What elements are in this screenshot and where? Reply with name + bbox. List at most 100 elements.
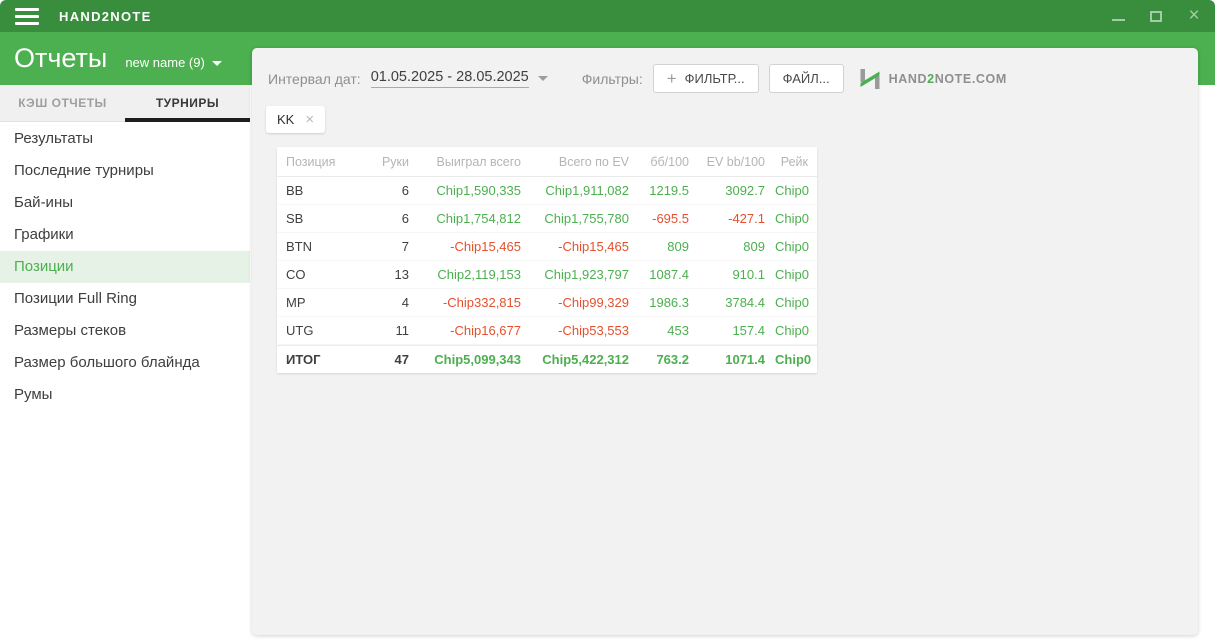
cell-won-total: -Chip332,815 xyxy=(419,295,531,310)
app-title: HAND2NOTE xyxy=(59,9,152,24)
filter-tag-row: KK × xyxy=(252,93,1198,133)
date-range-value[interactable]: 01.05.2025 - 28.05.2025 xyxy=(371,69,529,88)
sidebar: Результаты Последние турниры Бай-ины Гра… xyxy=(0,123,250,642)
sidebar-item-results[interactable]: Результаты xyxy=(0,123,250,155)
report-panel: Интервал дат: 01.05.2025 - 28.05.2025 Фи… xyxy=(252,48,1198,635)
remove-filter-icon[interactable]: × xyxy=(305,113,314,126)
cell-hands: 6 xyxy=(361,211,419,226)
cell-won-total: -Chip16,677 xyxy=(419,323,531,338)
table-row[interactable]: SB 6 Chip1,754,812 Chip1,755,780 -695.5 … xyxy=(277,205,817,233)
cell-rake: Chip0 xyxy=(775,239,817,254)
hand2note-logo: HAND2NOTE.COM xyxy=(858,67,1007,91)
maximize-icon[interactable] xyxy=(1149,9,1163,23)
column-header-ev-bb100[interactable]: EV bb/100 xyxy=(699,155,775,169)
filter-tag-kk[interactable]: KK × xyxy=(266,106,325,133)
cell-rake: Chip0 xyxy=(775,183,817,198)
date-range-label: Интервал дат: xyxy=(268,71,361,87)
window-titlebar: HAND2NOTE × xyxy=(0,0,1215,32)
cell-hands: 13 xyxy=(361,267,419,282)
cell-rake: Chip0 xyxy=(775,323,817,338)
tab-tournaments[interactable]: ТУРНИРЫ xyxy=(125,85,250,121)
profile-selector-label: new name (9) xyxy=(125,55,204,70)
sidebar-item-big-blind-size[interactable]: Размер большого блайнда xyxy=(0,347,250,379)
table-row[interactable]: BB 6 Chip1,590,335 Chip1,911,082 1219.5 … xyxy=(277,177,817,205)
cell-rake: Chip0 xyxy=(775,211,817,226)
cell-hands: 7 xyxy=(361,239,419,254)
plus-icon: + xyxy=(667,72,677,85)
cell-ev-bb100: 157.4 xyxy=(699,323,775,338)
chevron-down-icon[interactable] xyxy=(538,76,548,81)
cell-position: UTG xyxy=(277,323,361,338)
page-title: Отчеты xyxy=(14,43,107,74)
column-header-won-total[interactable]: Выиграл всего xyxy=(419,155,531,169)
cell-total-ev: -Chip15,465 xyxy=(531,239,639,254)
cell-total-ev: -Chip99,329 xyxy=(531,295,639,310)
cell-ev-bb100: 809 xyxy=(699,239,775,254)
cell-bb100: 1219.5 xyxy=(639,183,699,198)
table-row[interactable]: UTG 11 -Chip16,677 -Chip53,553 453 157.4… xyxy=(277,317,817,345)
cell-total-ev: Chip1,755,780 xyxy=(531,211,639,226)
cell-position: SB xyxy=(277,211,361,226)
positions-table: Позиция Руки Выиграл всего Всего по EV б… xyxy=(277,147,817,373)
sidebar-item-rooms[interactable]: Румы xyxy=(0,379,250,411)
cell-position: BTN xyxy=(277,239,361,254)
cell-position: CO xyxy=(277,267,361,282)
cell-won-total: Chip1,590,335 xyxy=(419,183,531,198)
cell-hands: 47 xyxy=(361,352,419,367)
cell-hands: 4 xyxy=(361,295,419,310)
sidebar-item-recent-tournaments[interactable]: Последние турниры xyxy=(0,155,250,187)
column-header-bb100[interactable]: бб/100 xyxy=(639,155,699,169)
column-header-hands[interactable]: Руки xyxy=(361,155,419,169)
column-header-rake[interactable]: Рейк xyxy=(775,155,817,169)
chevron-down-icon xyxy=(212,61,222,66)
cell-ev-bb100: 3092.7 xyxy=(699,183,775,198)
sidebar-item-positions-full-ring[interactable]: Позиции Full Ring xyxy=(0,283,250,315)
table-row[interactable]: CO 13 Chip2,119,153 Chip1,923,797 1087.4… xyxy=(277,261,817,289)
cell-bb100: -695.5 xyxy=(639,211,699,226)
filter-tag-label: KK xyxy=(277,112,294,127)
cell-position: BB xyxy=(277,183,361,198)
window-controls: × xyxy=(1111,0,1201,32)
cell-total-ev: Chip1,923,797 xyxy=(531,267,639,282)
hand2note-logo-icon xyxy=(858,67,882,91)
column-header-total-ev[interactable]: Всего по EV xyxy=(531,155,639,169)
cell-position: MP xyxy=(277,295,361,310)
add-filter-button[interactable]: + ФИЛЬТР... xyxy=(653,64,759,93)
cell-rake: Chip0 xyxy=(775,352,817,367)
hand2note-logo-text: HAND2NOTE.COM xyxy=(889,72,1007,86)
cell-bb100: 1986.3 xyxy=(639,295,699,310)
cell-won-total: -Chip15,465 xyxy=(419,239,531,254)
close-icon[interactable]: × xyxy=(1187,9,1201,23)
table-row[interactable]: MP 4 -Chip332,815 -Chip99,329 1986.3 378… xyxy=(277,289,817,317)
file-button-label: ФАЙЛ... xyxy=(783,71,830,86)
sidebar-item-positions[interactable]: Позиции xyxy=(0,251,250,283)
add-filter-button-label: ФИЛЬТР... xyxy=(685,71,745,86)
cell-ev-bb100: 3784.4 xyxy=(699,295,775,310)
hamburger-menu-icon[interactable] xyxy=(15,4,39,29)
profile-selector[interactable]: new name (9) xyxy=(125,55,221,70)
cell-rake: Chip0 xyxy=(775,295,817,310)
cell-hands: 11 xyxy=(361,323,419,338)
sidebar-item-graphs[interactable]: Графики xyxy=(0,219,250,251)
minimize-icon[interactable] xyxy=(1111,9,1125,23)
sidebar-item-buyins[interactable]: Бай-ины xyxy=(0,187,250,219)
cell-won-total: Chip2,119,153 xyxy=(419,267,531,282)
cell-ev-bb100: 1071.4 xyxy=(699,352,775,367)
filters-label: Фильтры: xyxy=(582,71,643,87)
cell-won-total: Chip5,099,343 xyxy=(419,352,531,367)
cell-bb100: 809 xyxy=(639,239,699,254)
toolbar: Интервал дат: 01.05.2025 - 28.05.2025 Фи… xyxy=(252,48,1198,93)
cell-ev-bb100: 910.1 xyxy=(699,267,775,282)
cell-won-total: Chip1,754,812 xyxy=(419,211,531,226)
cell-ev-bb100: -427.1 xyxy=(699,211,775,226)
column-header-position[interactable]: Позиция xyxy=(277,155,361,169)
file-button[interactable]: ФАЙЛ... xyxy=(769,64,844,93)
tab-cash-reports[interactable]: КЭШ ОТЧЕТЫ xyxy=(0,85,125,121)
table-row[interactable]: BTN 7 -Chip15,465 -Chip15,465 809 809 Ch… xyxy=(277,233,817,261)
cell-total-ev: Chip5,422,312 xyxy=(531,352,639,367)
cell-bb100: 1087.4 xyxy=(639,267,699,282)
sidebar-tabs: КЭШ ОТЧЕТЫ ТУРНИРЫ xyxy=(0,85,250,122)
sidebar-item-stack-sizes[interactable]: Размеры стеков xyxy=(0,315,250,347)
table-total-row[interactable]: ИТОГ 47 Chip5,099,343 Chip5,422,312 763.… xyxy=(277,345,817,373)
cell-bb100: 763.2 xyxy=(639,352,699,367)
